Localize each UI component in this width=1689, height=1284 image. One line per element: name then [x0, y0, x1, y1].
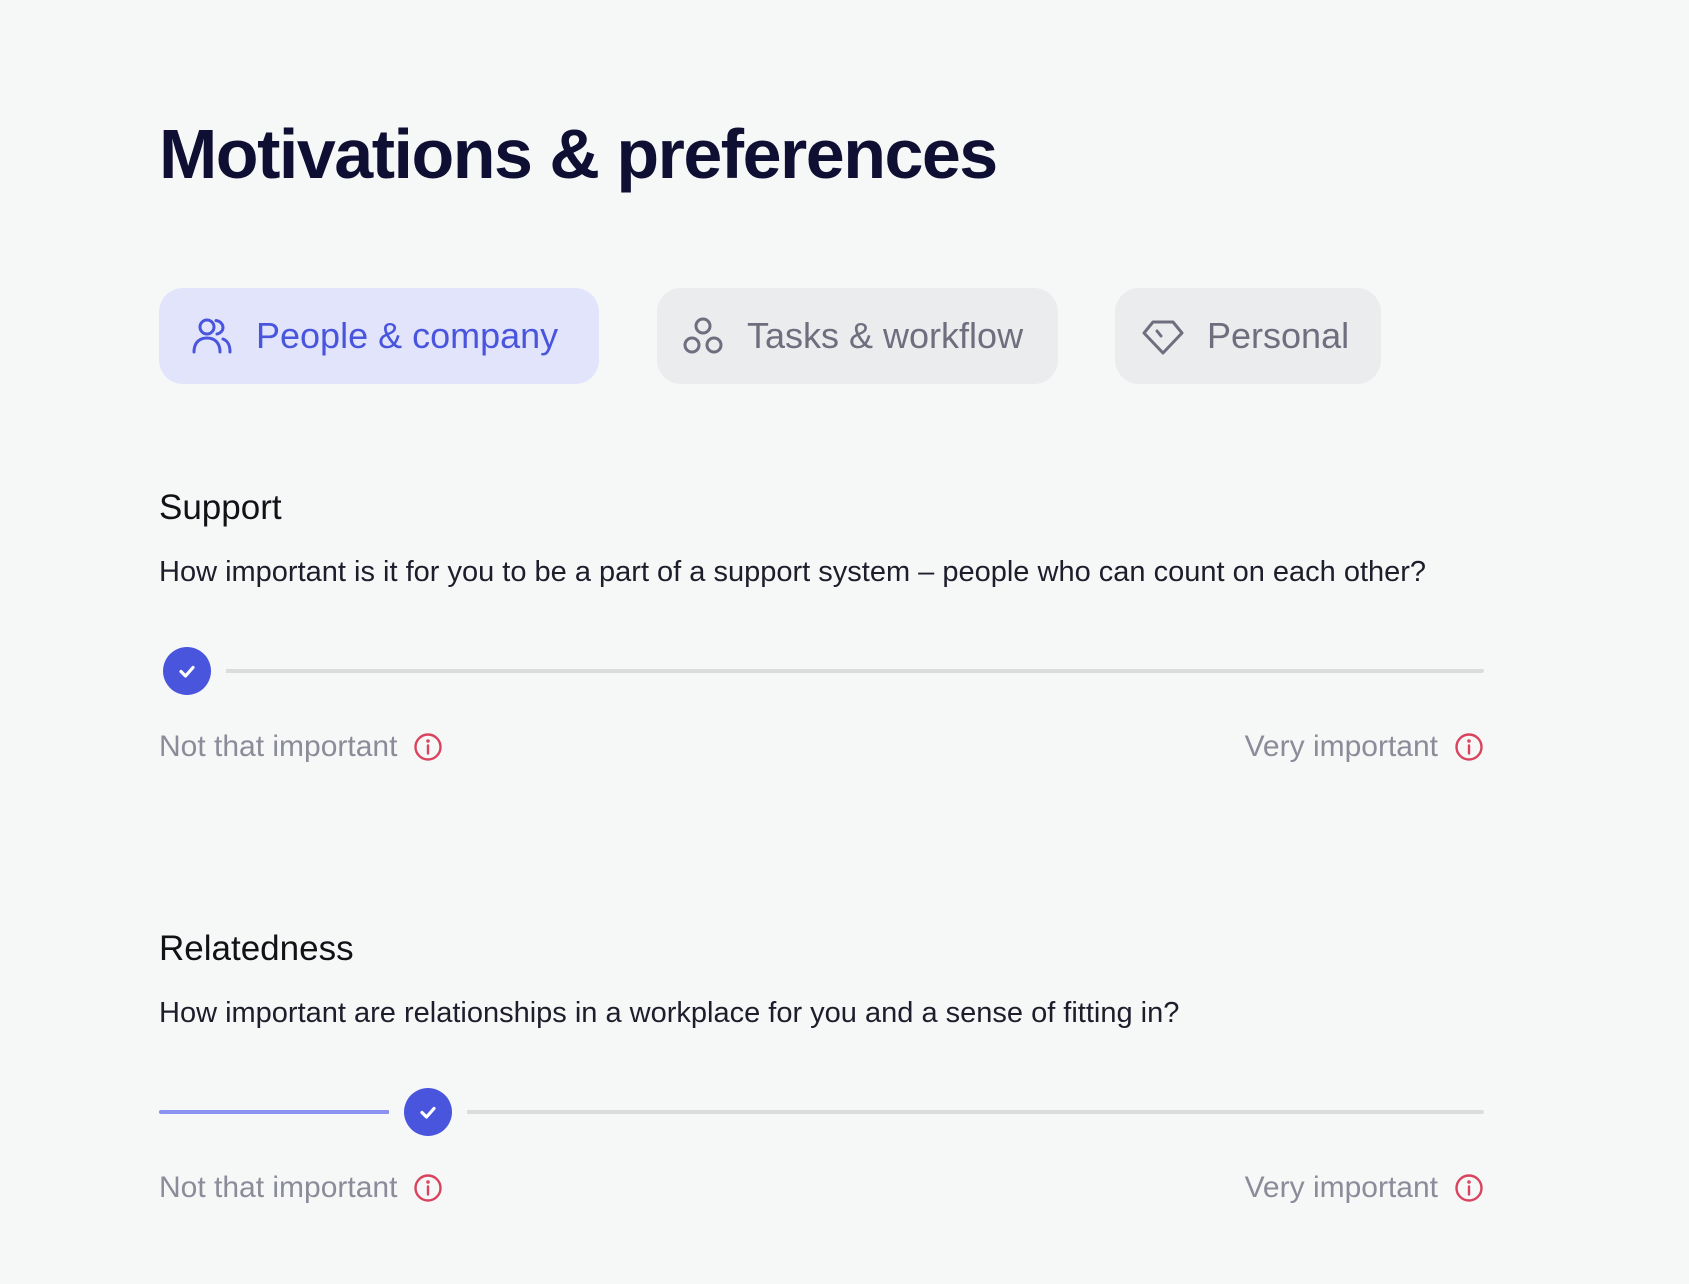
min-label-relatedness: Not that important [159, 1168, 443, 1208]
max-label-support: Very important [1245, 727, 1484, 767]
section-title-relatedness: Relatedness [159, 929, 354, 968]
info-icon[interactable] [1454, 732, 1484, 762]
importance-slider-support[interactable] [148, 645, 1484, 697]
section-title-support: Support [159, 488, 282, 527]
slider-thumb[interactable] [404, 1088, 453, 1136]
info-icon[interactable] [1454, 1173, 1484, 1203]
slider-fill [159, 1110, 391, 1114]
importance-slider-relatedness[interactable] [159, 1086, 1484, 1138]
min-label-text: Not that important [159, 1171, 398, 1204]
info-icon[interactable] [413, 1173, 443, 1203]
min-label-text: Not that important [159, 730, 398, 763]
diamond-icon [1141, 314, 1185, 358]
max-label-text: Very important [1244, 1171, 1438, 1204]
question-text-support: How important is it for you to be a part… [159, 556, 1427, 588]
check-icon [420, 1106, 436, 1119]
max-label-relatedness: Very important [1245, 1168, 1484, 1208]
tab-tasks-workflow[interactable]: Tasks & workflow [657, 288, 1058, 384]
tab-people-company-label: People & company [256, 315, 559, 356]
people-icon [190, 314, 234, 358]
min-label-support: Not that important [159, 727, 443, 767]
tab-people-company[interactable]: People & company [159, 288, 599, 384]
info-icon[interactable] [413, 732, 443, 762]
slider-thumb[interactable] [163, 647, 211, 695]
max-label-text: Very important [1244, 730, 1438, 763]
page-title: Motivations & preferences [159, 115, 998, 193]
question-text-relatedness: How important are relationships in a wor… [159, 997, 1180, 1029]
tab-personal[interactable]: Personal [1115, 288, 1381, 384]
check-icon [179, 665, 195, 678]
slider-track[interactable] [159, 669, 1484, 673]
tab-tasks-workflow-label: Tasks & workflow [747, 315, 1024, 356]
tab-personal-label: Personal [1207, 315, 1350, 356]
circles-icon [681, 314, 725, 358]
